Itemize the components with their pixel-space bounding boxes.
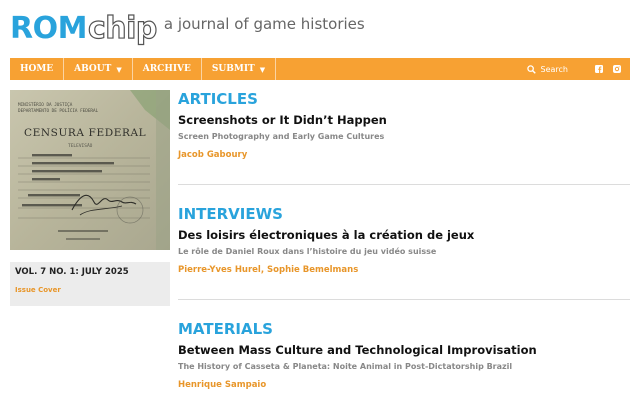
section-heading: ARTICLES [178,90,258,108]
article-authors: Jacob Gaboury [178,150,248,160]
main-nav: HOME ABOUT ▼ ARCHIVE SUBMIT ▼ Search [10,58,630,80]
nav-about-label: ABOUT [74,64,112,74]
nav-home[interactable]: HOME [10,58,65,80]
section-heading: INTERVIEWS [178,205,283,223]
search-icon [526,64,536,74]
section-articles: ARTICLES Screenshots or It Didn’t Happen… [178,90,630,160]
issue-cover-image[interactable]: MINISTÉRIO DA JUSTIÇA DEPARTAMENTO DE PO… [10,90,170,250]
doc-heading: CENSURA FEDERAL [24,127,146,139]
search-placeholder: Search [540,64,568,74]
site-tagline: a journal of game histories [163,15,365,33]
section-heading: MATERIALS [178,320,273,338]
facebook-link[interactable] [590,58,608,80]
nav-home-label: HOME [20,64,54,74]
nav-submit[interactable]: SUBMIT ▼ [202,58,277,80]
article-subtitle: Le rôle de Daniel Roux dans l’histoire d… [178,247,437,256]
article-title[interactable]: Between Mass Culture and Technological I… [178,343,630,357]
doc-subheading: TELEVISÃO [68,142,93,149]
chevron-down-icon: ▼ [116,64,122,74]
logo-rom-text: ROM [10,10,87,46]
article-title[interactable]: Des loisirs électroniques à la création … [178,228,630,242]
article-subtitle: The History of Casseta & Planeta: Noite … [178,362,513,371]
article-title[interactable]: Screenshots or It Didn’t Happen [178,113,630,127]
section-materials: MATERIALS Between Mass Culture and Techn… [178,320,630,390]
logo-chip-text: chip [87,10,158,46]
nav-submit-label: SUBMIT [211,64,255,74]
censorship-document-image: MINISTÉRIO DA JUSTIÇA DEPARTAMENTO DE PO… [10,90,170,250]
article-subtitle: Screen Photography and Early Game Cultur… [178,132,385,141]
site-logo[interactable]: ROM chip [10,10,158,46]
search-input[interactable]: Search [526,64,568,74]
article-authors: Pierre-Yves Hurel, Sophie Bemelmans [178,265,359,275]
issue-title[interactable]: VOL. 7 NO. 1: JULY 2025 [15,267,129,277]
facebook-icon [595,65,603,73]
issue-cover-link[interactable]: Issue Cover [15,286,61,294]
issue-info-box: VOL. 7 NO. 1: JULY 2025 Issue Cover [10,262,170,306]
nav-about[interactable]: ABOUT ▼ [64,58,133,80]
section-interviews: INTERVIEWS Des loisirs électroniques à l… [178,205,630,275]
site-header: ROM chip a journal of game histories [10,8,365,48]
chevron-down-icon: ▼ [259,64,266,74]
nav-archive-label: ARCHIVE [142,64,191,74]
section-divider [178,184,630,185]
article-authors: Henrique Sampaio [178,380,267,390]
nav-archive[interactable]: ARCHIVE [133,58,202,80]
instagram-icon [613,65,621,73]
instagram-link[interactable] [608,58,626,80]
section-divider [178,299,630,300]
